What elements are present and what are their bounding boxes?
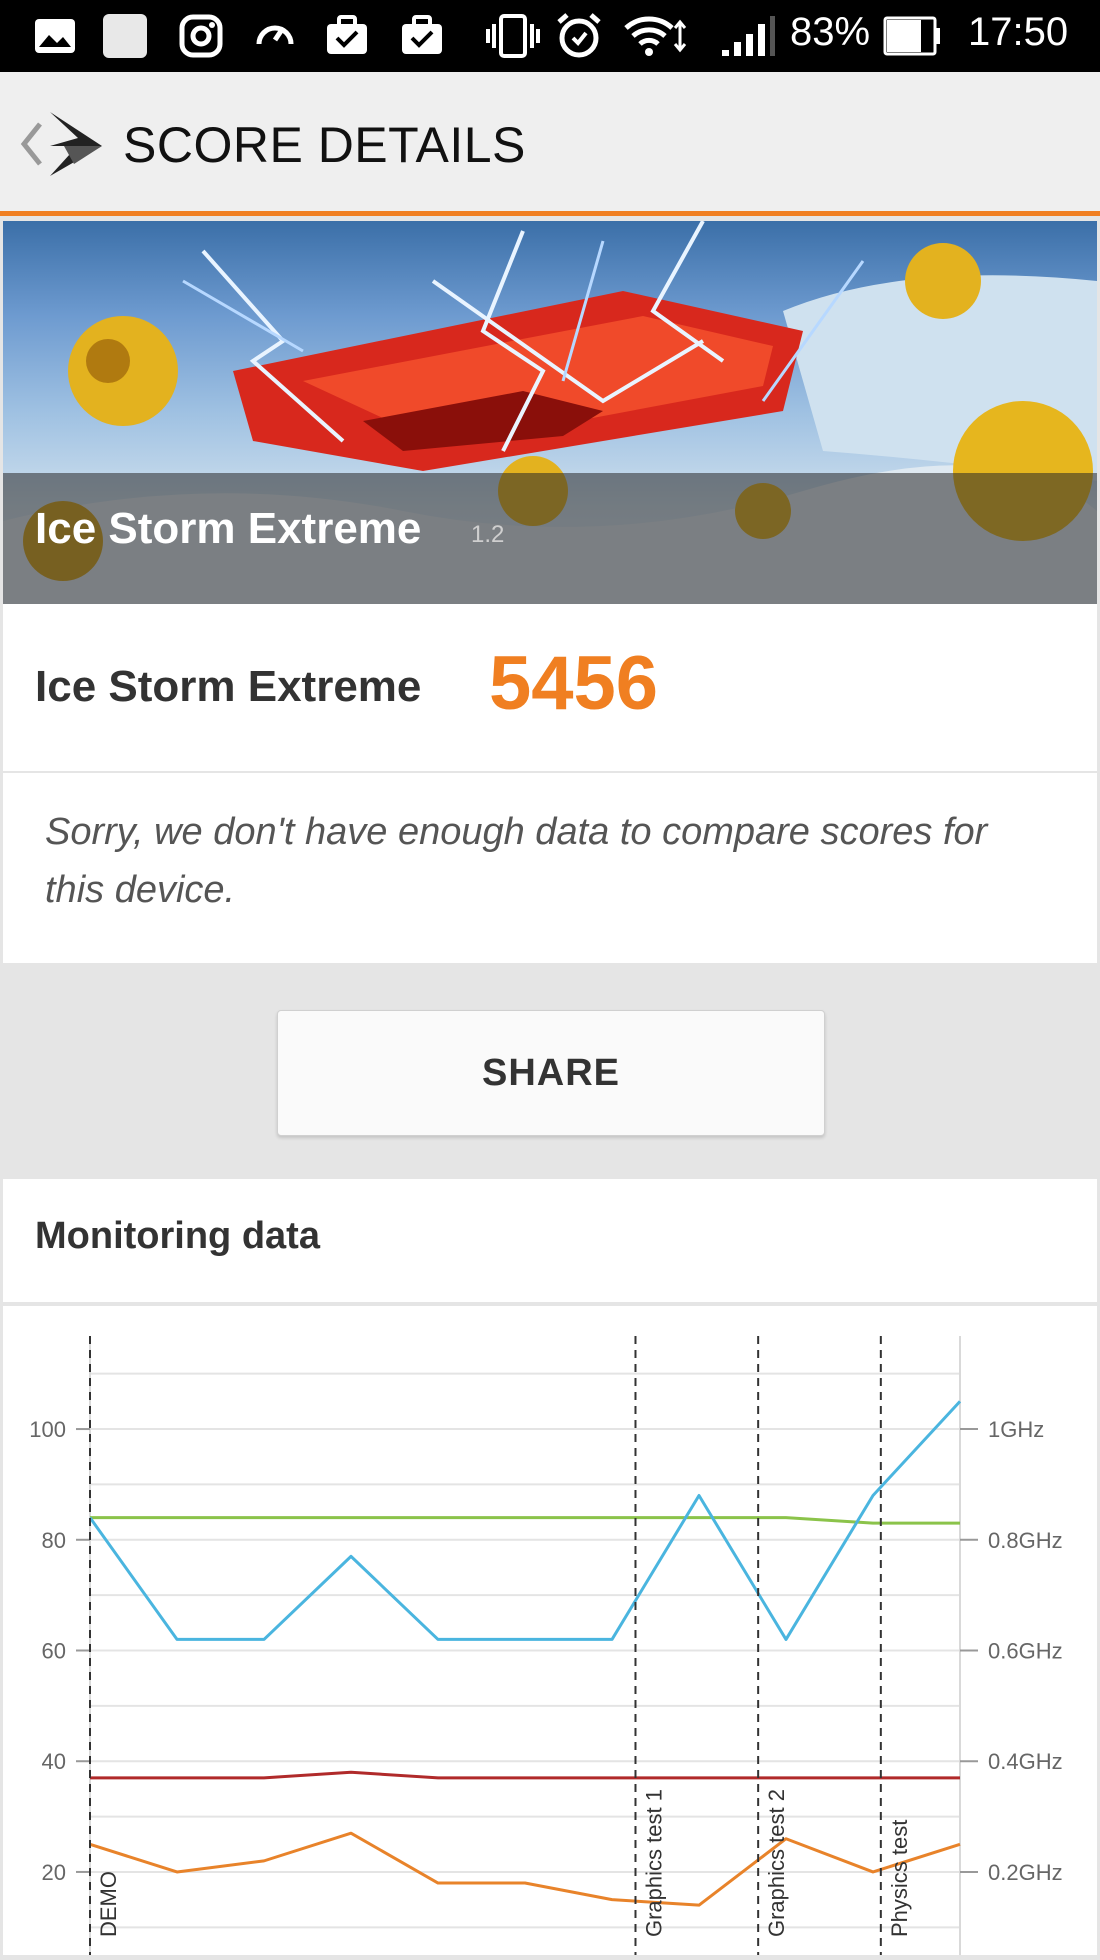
test-marker-label: Graphics test 2 [764, 1789, 789, 1937]
page-title: SCORE DETAILS [123, 117, 526, 173]
signal-icon [718, 14, 778, 58]
right-tick-label: 0.4GHz [988, 1749, 1063, 1774]
test-marker-label: Graphics test 1 [641, 1789, 666, 1937]
test-marker-label: DEMO [96, 1871, 121, 1937]
right-tick-label: 1GHz [988, 1417, 1044, 1442]
left-tick-label: 80 [42, 1528, 66, 1553]
right-tick-label: 0.8GHz [988, 1528, 1063, 1553]
left-tick-label: 60 [42, 1639, 66, 1664]
benchmark-banner: Ice Storm Extreme 1.2 [3, 221, 1097, 604]
instagram-icon [176, 14, 226, 58]
chart-svg: 20 40 60 80 100 0.2GHz 0.4GHz 0.6GHz 0.8GHz 1GHz D… [29, 1336, 1063, 1955]
status-bar: 83% 17:50 [0, 0, 1100, 72]
compare-message: Sorry, we don't have enough data to comp… [45, 811, 988, 911]
left-tick-label: 40 [42, 1749, 66, 1774]
wifi-icon [620, 14, 690, 58]
share-button[interactable]: SHARE [277, 1010, 825, 1136]
battery-icon [882, 14, 942, 58]
compare-card: Sorry, we don't have enough data to comp… [3, 773, 1097, 963]
right-tick-label: 0.2GHz [988, 1860, 1063, 1885]
briefcase-check-icon [322, 14, 372, 58]
banner-version: 1.2 [471, 521, 505, 548]
score-card: Ice Storm Extreme 5456 [3, 604, 1097, 771]
monitoring-card: Monitoring data [3, 1179, 1097, 1302]
app-logo-icon[interactable] [44, 106, 108, 182]
right-tick-label: 0.6GHz [988, 1639, 1063, 1664]
series-line-3 [89, 1831, 961, 1907]
monitoring-title: Monitoring data [35, 1215, 320, 1257]
vibrate-icon [483, 14, 543, 58]
blank-square-icon [100, 14, 150, 58]
left-tick-label: 100 [29, 1417, 66, 1442]
test-marker-label: Physics test [887, 1820, 912, 1937]
banner-title: Ice Storm Extreme [35, 504, 422, 553]
monitoring-chart: 20 40 60 80 100 0.2GHz 0.4GHz 0.6GHz 0.8GHz 1GHz D… [3, 1306, 1097, 1955]
left-tick-label: 20 [42, 1860, 66, 1885]
clock-time: 17:50 [968, 10, 1069, 54]
series-line-2 [90, 1770, 960, 1780]
score-name: Ice Storm Extreme [35, 662, 422, 711]
app-bar: SCORE DETAILS [0, 72, 1100, 216]
battery-percent: 83% [790, 10, 871, 54]
score-value: 5456 [489, 641, 659, 726]
series-line-0 [90, 1516, 960, 1525]
photo-icon [30, 14, 80, 58]
alarm-icon [552, 13, 606, 58]
speed-icon [250, 14, 300, 58]
briefcase-check-icon [397, 14, 447, 58]
